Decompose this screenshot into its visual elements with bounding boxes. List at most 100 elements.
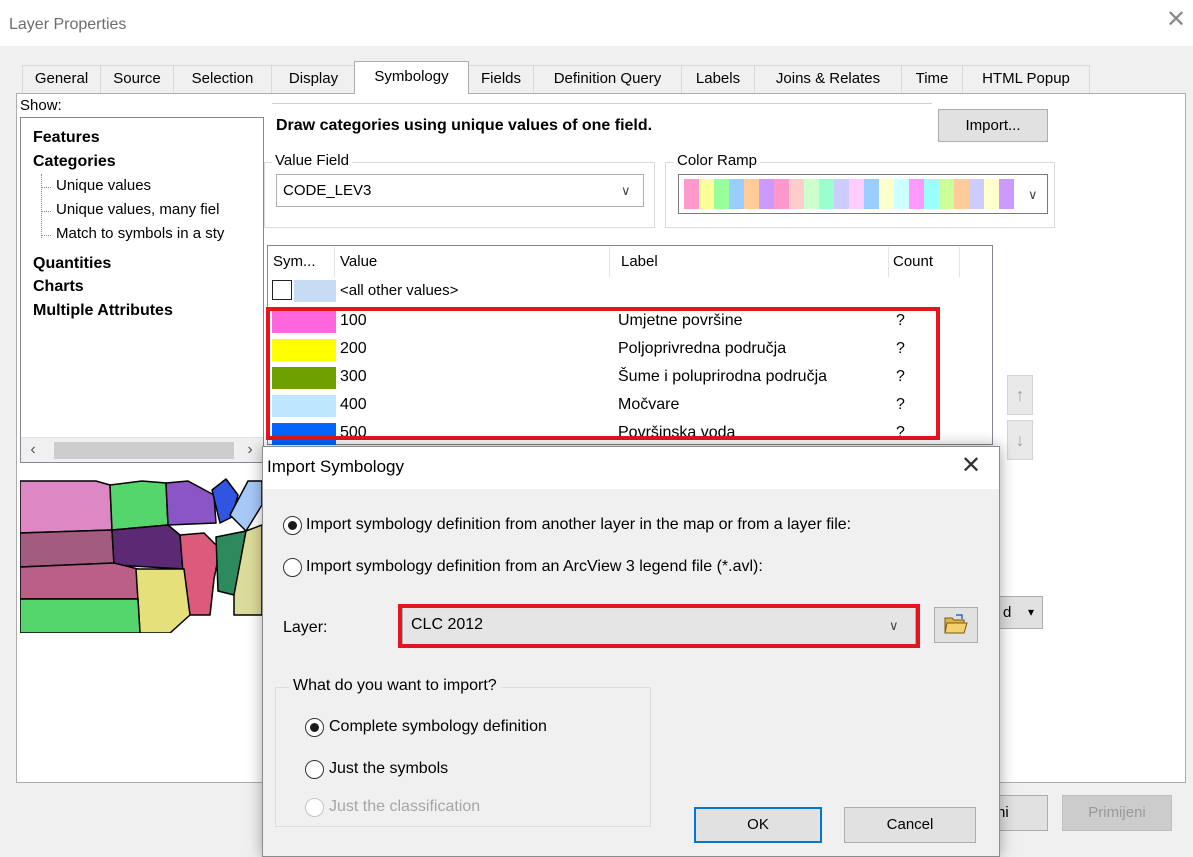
tab-selection[interactable]: Selection: [173, 65, 272, 93]
radio-dot: [310, 723, 319, 732]
tab-fields[interactable]: Fields: [468, 65, 534, 93]
highlight-box: [398, 604, 920, 648]
tree-connector: [42, 235, 51, 236]
ramp-color-step: [774, 179, 790, 209]
header-label[interactable]: Label: [617, 247, 889, 277]
header-symbol[interactable]: Sym...: [269, 247, 335, 277]
symbol-swatch[interactable]: [294, 280, 336, 302]
value-field-label: Value Field: [272, 152, 352, 169]
radio-complete-definition-label[interactable]: Complete symbology definition: [329, 718, 547, 736]
radio-dot: [288, 521, 297, 530]
ramp-color-step: [969, 179, 985, 209]
scroll-left-icon[interactable]: ‹: [23, 440, 43, 461]
header-value[interactable]: Value: [336, 247, 610, 277]
tab-definition-query[interactable]: Definition Query: [533, 65, 682, 93]
tree-features[interactable]: Features: [33, 129, 100, 147]
highlight-box: [266, 307, 940, 440]
ramp-color-step: [804, 179, 820, 209]
chevron-down-icon: ∨: [621, 183, 631, 198]
tree-connector: [41, 174, 42, 238]
tab-time[interactable]: Time: [901, 65, 963, 93]
tab-html-popup[interactable]: HTML Popup: [962, 65, 1090, 93]
radio-just-classification-label: Just the classification: [329, 798, 481, 815]
ramp-color-step: [699, 179, 715, 209]
ramp-color-step: [894, 179, 910, 209]
tree-quantities[interactable]: Quantities: [33, 255, 111, 273]
dialog-close-icon[interactable]: ✕: [956, 451, 986, 481]
ramp-color-step: [789, 179, 805, 209]
what-to-import-label: What do you want to import?: [289, 677, 501, 695]
list-item-other[interactable]: <all other values>: [269, 279, 991, 307]
radio-import-from-layer[interactable]: [283, 516, 302, 535]
symbology-description: Draw categories using unique values of o…: [276, 117, 653, 134]
tree-connector: [42, 211, 51, 212]
scroll-right-icon[interactable]: ›: [240, 440, 260, 461]
ramp-color-step: [834, 179, 850, 209]
ramp-color-step: [879, 179, 895, 209]
radio-just-classification: [305, 798, 324, 817]
ramp-color-step: [819, 179, 835, 209]
radio-just-symbols-label[interactable]: Just the symbols: [329, 760, 448, 778]
ramp-color-step: [729, 179, 745, 209]
tab-joins-relates[interactable]: Joins & Relates: [754, 65, 902, 93]
chevron-down-icon: ∨: [1028, 187, 1038, 202]
symbology-preview-map: [20, 478, 262, 633]
radio-import-from-layer-label[interactable]: Import symbology definition from another…: [306, 516, 851, 534]
scroll-thumb[interactable]: [54, 442, 234, 459]
ramp-color-step: [909, 179, 925, 209]
tab-display[interactable]: Display: [271, 65, 356, 93]
tab-labels[interactable]: Labels: [681, 65, 755, 93]
tree-categories[interactable]: Categories: [33, 153, 116, 171]
radio-complete-definition[interactable]: [305, 718, 324, 737]
tree-connector: [42, 187, 51, 188]
value-cell: <all other values>: [340, 282, 459, 299]
header-count[interactable]: Count: [889, 247, 960, 277]
ramp-color-step: [684, 179, 700, 209]
cancel-button[interactable]: Cancel: [844, 807, 976, 843]
description-divider: [272, 103, 932, 104]
tab-source[interactable]: Source: [100, 65, 174, 93]
tree-charts[interactable]: Charts: [33, 278, 84, 296]
ok-button[interactable]: OK: [694, 807, 822, 843]
ramp-color-step: [999, 179, 1014, 209]
tree-unique-values[interactable]: Unique values: [56, 177, 151, 194]
ramp-color-step: [849, 179, 865, 209]
apply-button[interactable]: Primijeni: [1062, 795, 1172, 831]
tab-general[interactable]: General: [22, 65, 101, 93]
import-button[interactable]: Import...: [938, 109, 1048, 142]
tree-horizontal-scrollbar[interactable]: ‹ ›: [21, 437, 263, 462]
color-ramp-select[interactable]: ∨: [678, 174, 1048, 214]
value-field-value: CODE_LEV3: [283, 182, 372, 199]
tree-match-symbols[interactable]: Match to symbols in a sty: [56, 225, 224, 242]
radio-just-symbols[interactable]: [305, 760, 324, 779]
move-up-arrow-icon[interactable]: ↑: [1007, 375, 1033, 415]
window-title: Layer Properties: [9, 16, 127, 33]
ramp-color-step: [714, 179, 730, 209]
browse-layer-button[interactable]: [934, 607, 978, 643]
advanced-dropdown[interactable]: d ▾: [997, 596, 1043, 629]
move-down-arrow-icon[interactable]: ↓: [1007, 420, 1033, 460]
show-label: Show:: [20, 97, 62, 114]
ramp-color-step: [939, 179, 955, 209]
ramp-color-step: [954, 179, 970, 209]
ramp-color-step: [924, 179, 940, 209]
tree-multiple-attributes[interactable]: Multiple Attributes: [33, 302, 173, 320]
tab-symbology[interactable]: Symbology: [354, 61, 469, 94]
checkbox[interactable]: [272, 280, 292, 300]
tree-unique-values-many[interactable]: Unique values, many fiel: [56, 201, 219, 218]
radio-import-avl-label[interactable]: Import symbology definition from an ArcV…: [306, 558, 763, 576]
color-ramp-preview: [684, 179, 1014, 209]
dialog-title: Import Symbology: [267, 457, 404, 476]
dropdown-text: d: [1003, 604, 1012, 621]
caret-down-icon: ▾: [1028, 605, 1035, 619]
ramp-color-step: [759, 179, 775, 209]
window-close-icon[interactable]: ✕: [1163, 8, 1189, 34]
radio-import-avl[interactable]: [283, 558, 302, 577]
ramp-color-step: [984, 179, 1000, 209]
value-field-select[interactable]: CODE_LEV3 ∨: [276, 174, 644, 207]
open-folder-icon: [944, 614, 968, 634]
show-tree[interactable]: Features Categories Unique values Unique…: [20, 117, 264, 463]
color-ramp-label: Color Ramp: [674, 152, 761, 169]
layer-label: Layer:: [283, 619, 328, 636]
ramp-color-step: [864, 179, 880, 209]
